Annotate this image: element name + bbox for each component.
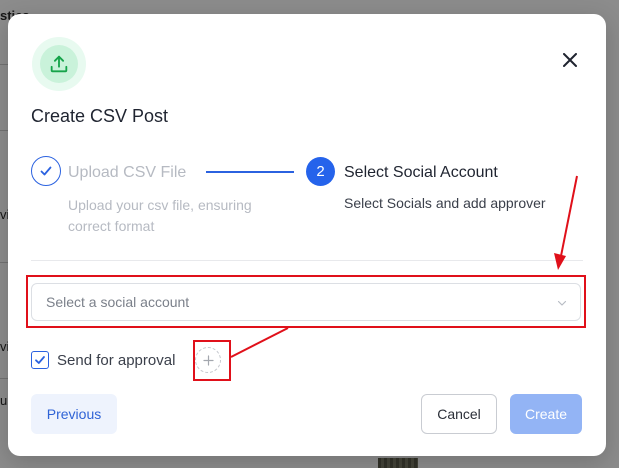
step-1-title: Upload CSV File [68,164,187,181]
step-2-title: Select Social Account [344,164,498,181]
send-for-approval-checkbox[interactable] [31,351,49,369]
upload-icon [50,55,68,73]
previous-button[interactable]: Previous [31,394,117,434]
cancel-button[interactable]: Cancel [421,394,497,434]
check-icon [40,166,52,176]
social-account-select-placeholder: Select a social account [46,294,190,310]
step-2-description: Select Socials and add approver [344,195,546,211]
close-button[interactable] [560,50,580,70]
close-icon [563,53,577,67]
create-csv-post-modal: Create CSV Post Upload CSV File Upload y… [8,14,606,456]
section-divider [31,260,583,261]
checkmark-icon [35,356,45,364]
step-1-indicator [31,156,61,186]
modal-title: Create CSV Post [31,106,169,126]
send-for-approval-label[interactable]: Send for approval [57,352,175,369]
upload-icon-badge [32,37,86,91]
step-connector [206,171,294,173]
create-button[interactable]: Create [510,394,582,434]
chevron-down-icon [557,300,567,306]
step-1-description: Upload your csv file, ensuring correct f… [68,197,252,234]
add-approver-button[interactable] [195,347,221,373]
plus-icon [202,354,214,366]
social-account-select[interactable]: Select a social account [31,283,581,321]
step-2-indicator: 2 [306,157,335,186]
